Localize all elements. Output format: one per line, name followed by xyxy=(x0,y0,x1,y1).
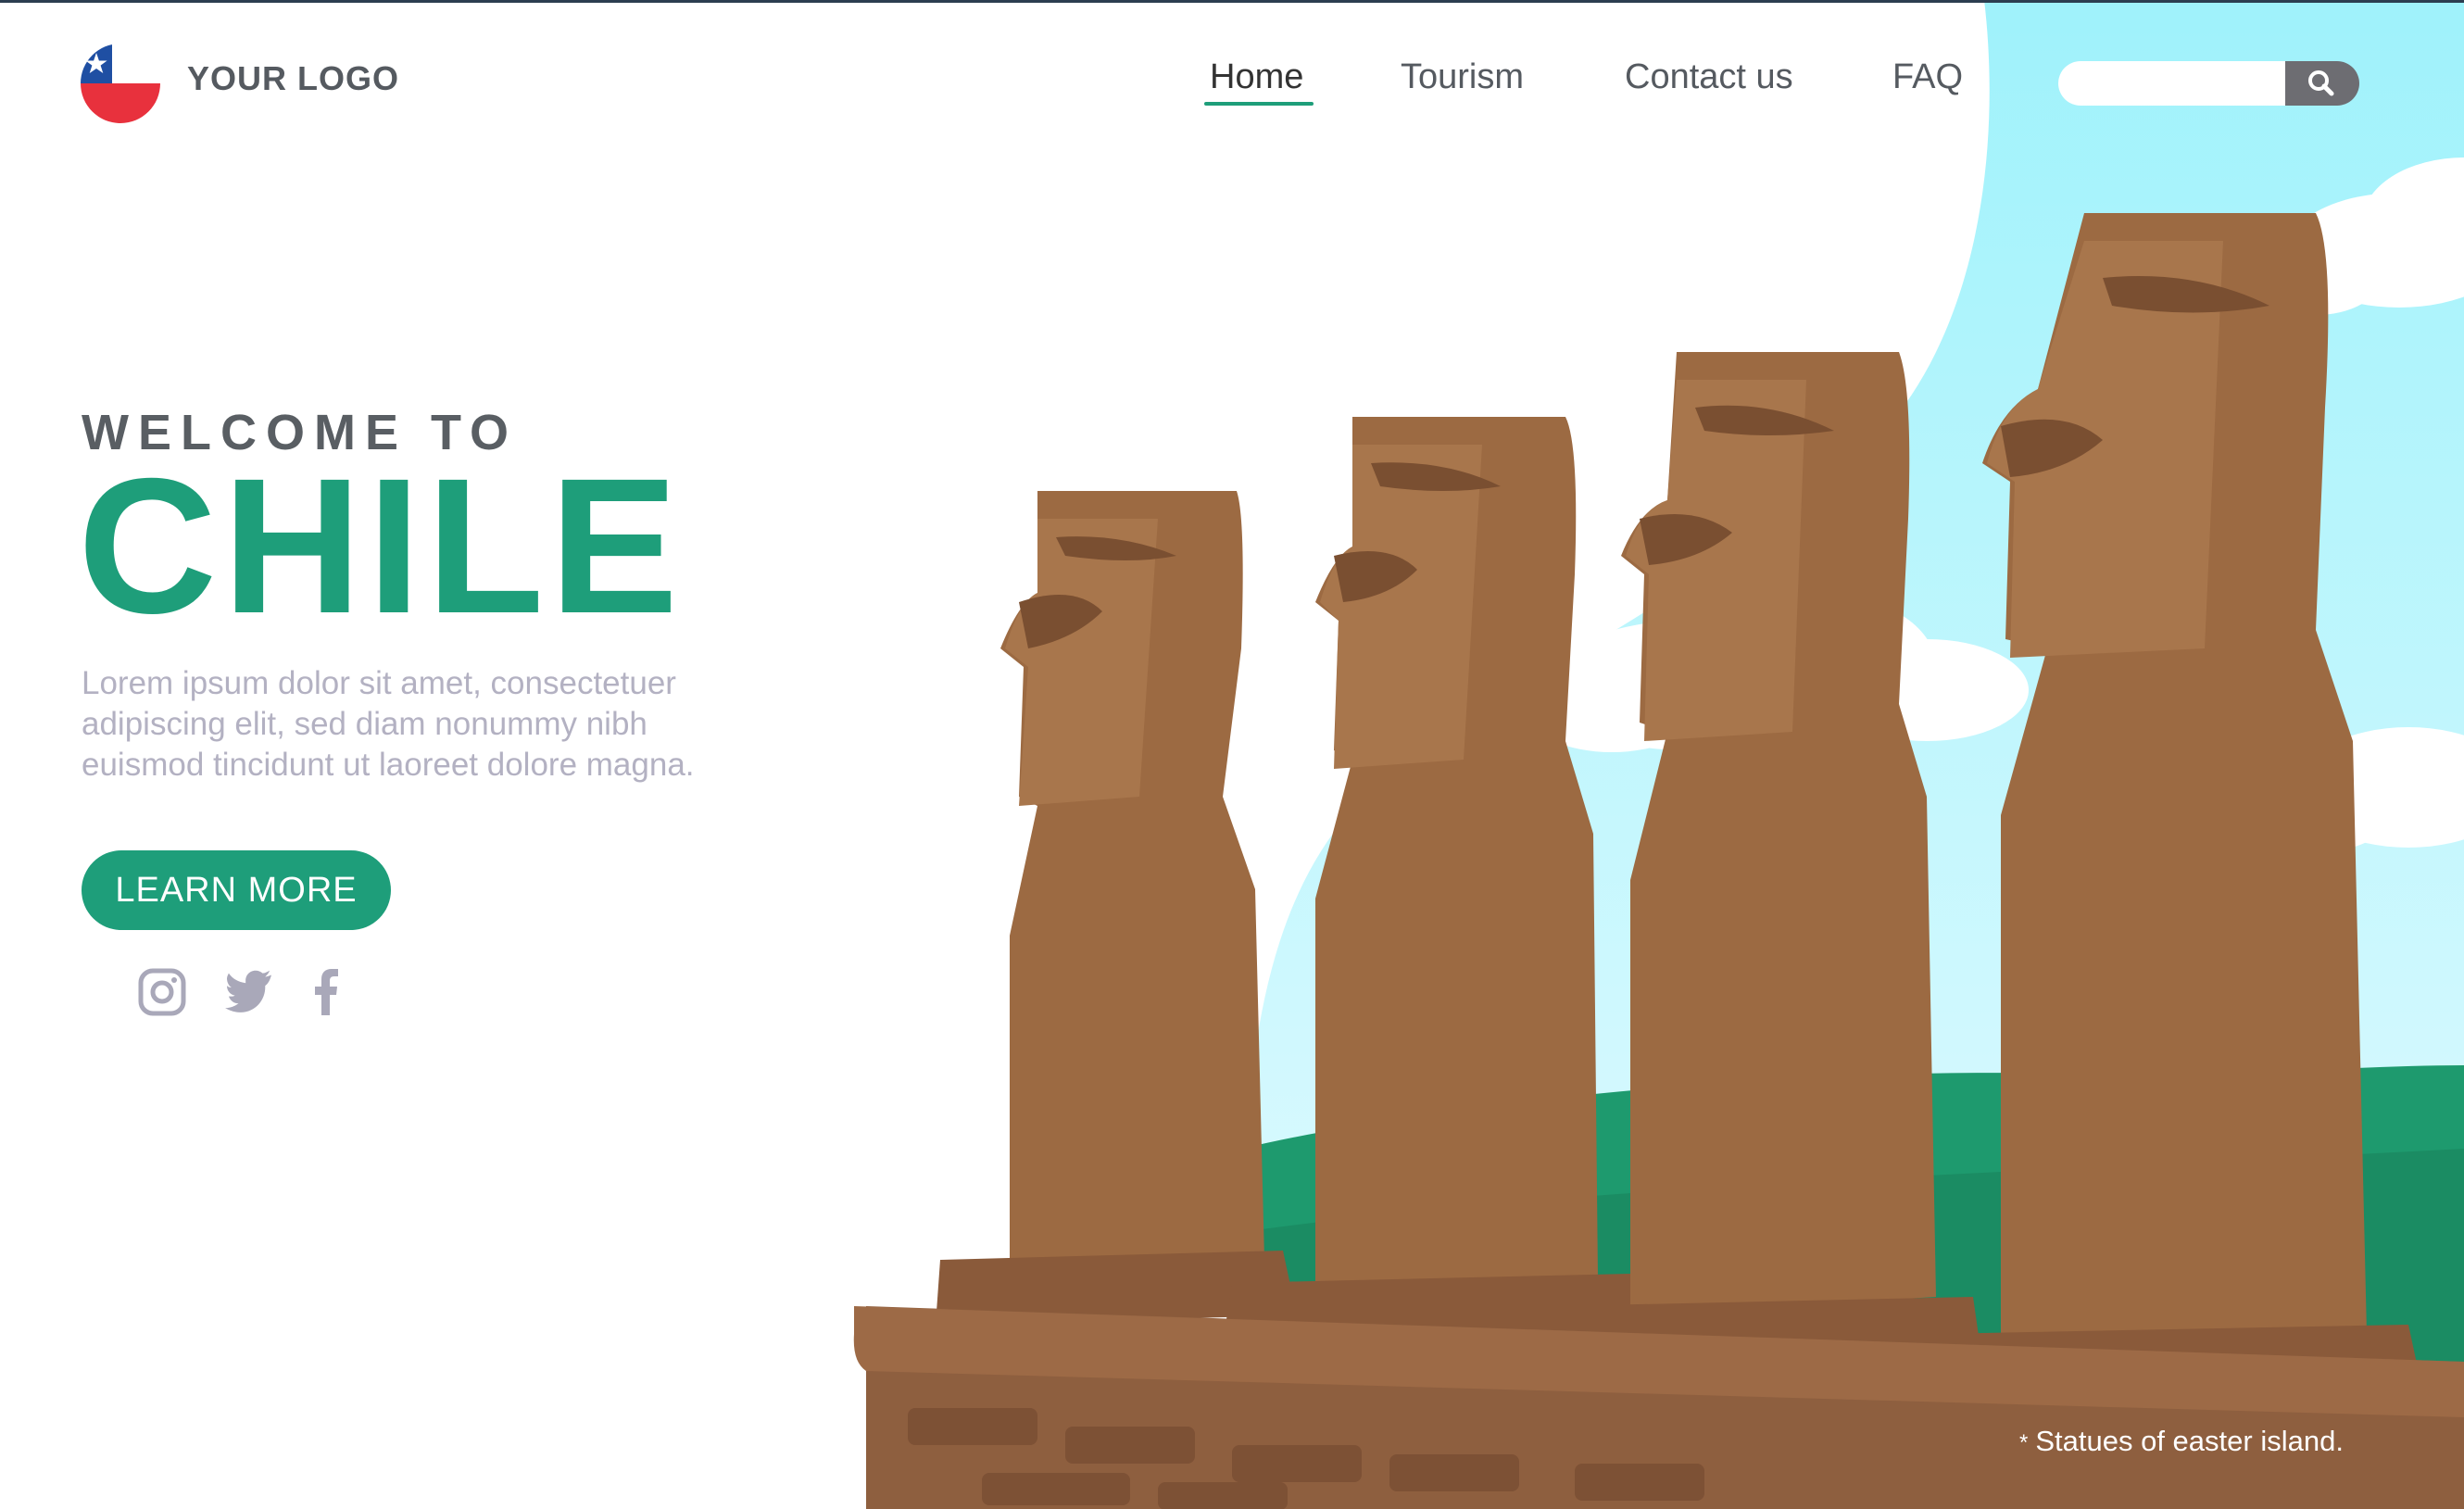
hero-description-line: adipiscing elit, sed diam nonummy nibh xyxy=(82,706,647,742)
caption-text: Statues of easter island. xyxy=(2035,1425,2344,1457)
illustration-caption: * Statues of easter island. xyxy=(2019,1425,2344,1458)
hero-description-line: Lorem ipsum dolor sit amet, consectetuer xyxy=(82,665,676,701)
facebook-icon[interactable] xyxy=(306,967,343,1017)
hero-description: Lorem ipsum dolor sit amet, consectetuer… xyxy=(82,663,823,786)
twitter-icon[interactable] xyxy=(224,967,274,1017)
search-input[interactable] xyxy=(2058,61,2290,106)
search-icon xyxy=(2308,70,2334,96)
nav-home[interactable]: Home xyxy=(1210,57,1303,97)
chile-flag-logo-icon[interactable] xyxy=(81,44,160,123)
learn-more-button[interactable]: LEARN MORE xyxy=(82,850,391,930)
hero-description-line: euismod tincidunt ut laoreet dolore magn… xyxy=(82,747,695,783)
nav-active-underline xyxy=(1204,102,1314,106)
top-border xyxy=(0,0,2464,3)
instagram-icon[interactable] xyxy=(137,967,187,1017)
moai-statue-1 xyxy=(936,491,1297,1325)
search-button[interactable] xyxy=(2285,61,2359,106)
hero-title: CHILE xyxy=(78,439,684,654)
nav-tourism[interactable]: Tourism xyxy=(1401,57,1524,97)
nav-faq[interactable]: FAQ xyxy=(1892,57,1963,97)
caption-marker: * xyxy=(2019,1429,2029,1455)
logo-text[interactable]: YOUR LOGO xyxy=(187,59,399,98)
nav-contact-us[interactable]: Contact us xyxy=(1625,57,1793,97)
